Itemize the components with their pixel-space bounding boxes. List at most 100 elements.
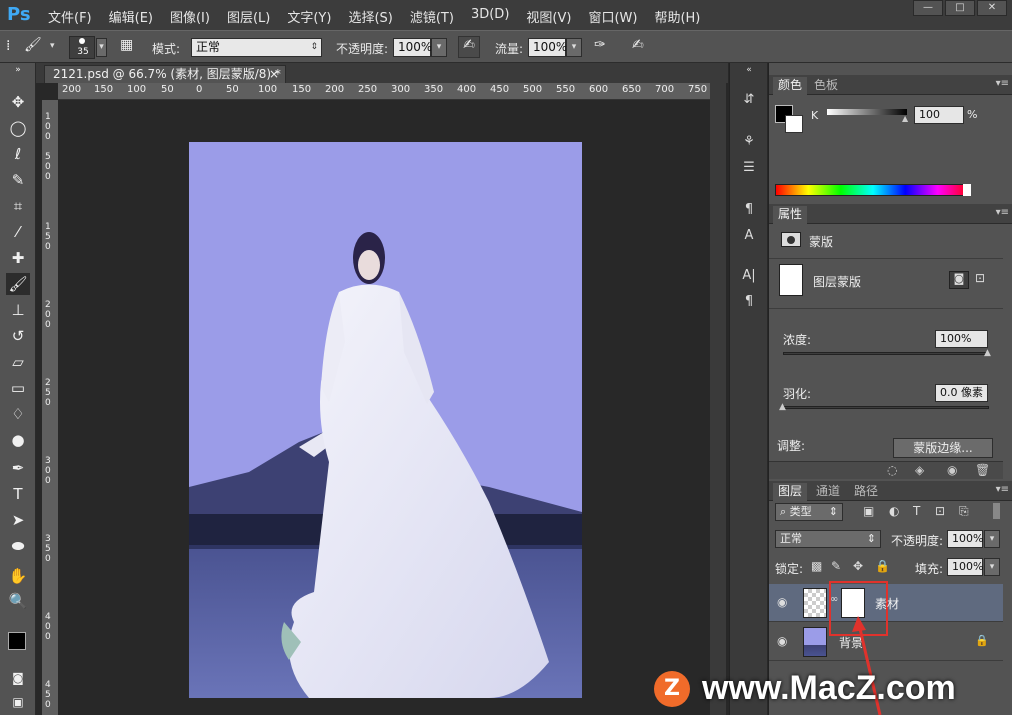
document-canvas-image[interactable]	[189, 142, 582, 698]
minimize-button[interactable]: —	[913, 0, 943, 16]
mask-edge-button[interactable]: 蒙版边缘...	[893, 438, 993, 458]
menu-file[interactable]: 文件(F)	[48, 7, 92, 26]
filter-type-icon[interactable]: T	[913, 504, 920, 518]
history-brush-icon[interactable]: ↺	[6, 325, 30, 347]
fill-arrow[interactable]: ▾	[984, 558, 1000, 576]
adjustments-panel-icon[interactable]: ☰	[736, 157, 762, 179]
zoom-tool-icon[interactable]: 🔍	[6, 590, 30, 612]
density-input[interactable]: 100%	[935, 330, 988, 348]
character-styles-icon[interactable]: A	[736, 225, 762, 247]
dock-collapse-icon[interactable]: «	[736, 65, 762, 75]
mode-select[interactable]: 正常 ⇕	[191, 38, 322, 57]
filter-smart-icon[interactable]: ⎘	[959, 504, 969, 519]
layer-opacity-input[interactable]: 100%	[947, 530, 983, 548]
brush-size-picker[interactable]: 35	[69, 36, 95, 59]
slider-thumb-icon[interactable]: ▲	[779, 402, 786, 412]
brush-presets-icon[interactable]: ⚘	[736, 131, 762, 153]
screen-mode-icon[interactable]: ▣	[6, 691, 30, 713]
menu-select[interactable]: 选择(S)	[348, 7, 392, 26]
pressure-opacity-icon[interactable]: ✍	[458, 36, 480, 58]
stamp-tool-icon[interactable]: ⊥	[6, 299, 30, 321]
fill-input[interactable]: 100%	[947, 558, 983, 576]
quick-select-icon[interactable]: ✎	[6, 169, 30, 191]
opacity-arrow[interactable]: ▾	[431, 38, 447, 57]
eye-icon[interactable]: ◉	[777, 595, 787, 609]
toolbox-collapse-icon[interactable]: »	[6, 65, 30, 75]
k-slider[interactable]	[827, 109, 907, 115]
close-tab-icon[interactable]: ×	[269, 66, 279, 82]
vector-mask-icon[interactable]: ⊡	[975, 271, 985, 285]
background-color-swatch[interactable]	[785, 115, 803, 133]
blur-tool-icon[interactable]: ♢	[6, 403, 30, 425]
pixel-mask-icon[interactable]: ◙	[949, 271, 969, 289]
tab-paths[interactable]: 路径	[849, 483, 883, 501]
filter-pixel-icon[interactable]: ▣	[863, 504, 874, 518]
menu-3d[interactable]: 3D(D)	[471, 7, 509, 26]
load-selection-icon[interactable]: ◌	[887, 463, 897, 477]
paragraph-panel-icon[interactable]: ¶	[736, 291, 762, 313]
document-tab[interactable]: 2121.psd @ 66.7% (素材, 图层蒙版/8) * ×	[44, 65, 286, 83]
lock-position-icon[interactable]: ✥	[853, 559, 863, 573]
ellipse-marquee-icon[interactable]: ◯	[6, 117, 30, 139]
quick-mask-icon[interactable]: ◙	[6, 667, 30, 689]
filter-toggle[interactable]	[993, 503, 1000, 519]
lock-pixels-icon[interactable]: ✎	[831, 559, 841, 573]
pen-tool-icon[interactable]: ✒	[6, 457, 30, 479]
path-select-icon[interactable]: ➤	[6, 509, 30, 531]
feather-input[interactable]: 0.0 像素	[935, 384, 988, 402]
menu-type[interactable]: 文字(Y)	[287, 7, 331, 26]
brush-picker-arrow[interactable]: ▾	[96, 38, 107, 57]
crop-tool-icon[interactable]: ⌗	[6, 195, 30, 217]
ellipse-shape-icon[interactable]: ⬬	[6, 535, 30, 557]
airbrush-icon[interactable]: ✑	[594, 37, 606, 53]
apply-mask-icon[interactable]: ◈	[915, 463, 924, 477]
gradient-tool-icon[interactable]: ▭	[6, 377, 30, 399]
blend-mode-select[interactable]: 正常 ⇕	[775, 530, 881, 548]
menu-layer[interactable]: 图层(L)	[227, 7, 270, 26]
flow-arrow[interactable]: ▾	[566, 38, 582, 57]
eyedropper-icon[interactable]: ⁄	[6, 221, 30, 243]
feather-slider[interactable]	[783, 406, 989, 409]
k-value-input[interactable]: 100	[914, 106, 964, 124]
brush-tool-preset-icon[interactable]: 🖌	[24, 37, 42, 53]
close-button[interactable]: ✕	[977, 0, 1007, 16]
tab-layers[interactable]: 图层	[773, 483, 808, 501]
brush-tool-icon[interactable]: 🖌	[6, 273, 30, 295]
paragraph-styles-icon[interactable]: ¶	[736, 199, 762, 221]
panel-menu-icon[interactable]: ▾≡	[996, 484, 1009, 495]
restore-button[interactable]: □	[945, 0, 975, 16]
lock-transparent-icon[interactable]: ▩	[811, 559, 822, 573]
history-panel-icon[interactable]: ⇵	[736, 89, 762, 111]
tab-properties[interactable]: 属性	[773, 206, 808, 224]
canvas-scrollbar[interactable]	[710, 83, 726, 715]
color-spectrum[interactable]	[775, 184, 971, 196]
trash-icon[interactable]: 🗑	[975, 463, 990, 477]
menu-image[interactable]: 图像(I)	[170, 7, 210, 26]
flow-input[interactable]: 100%	[528, 38, 567, 57]
filter-shape-icon[interactable]: ⊡	[935, 504, 945, 518]
foreground-color-swatch[interactable]	[8, 632, 26, 650]
opacity-input[interactable]: 100%	[393, 38, 432, 57]
tab-swatches[interactable]: 色板	[809, 77, 843, 95]
slider-thumb-icon[interactable]: ▲	[902, 114, 908, 123]
type-tool-icon[interactable]: T	[6, 483, 30, 505]
menu-window[interactable]: 窗口(W)	[588, 7, 637, 26]
lasso-tool-icon[interactable]: ℓ	[6, 143, 30, 165]
character-panel-icon[interactable]: A|	[736, 265, 762, 287]
slider-thumb-icon[interactable]: ▲	[984, 348, 991, 358]
tab-color[interactable]: 颜色	[773, 77, 808, 95]
eraser-tool-icon[interactable]: ▱	[6, 351, 30, 373]
layer-opacity-arrow[interactable]: ▾	[984, 530, 1000, 548]
panel-menu-icon[interactable]: ▾≡	[996, 78, 1009, 89]
tab-channels[interactable]: 通道	[811, 483, 845, 501]
menu-view[interactable]: 视图(V)	[526, 7, 571, 26]
filter-adjustment-icon[interactable]: ◐	[889, 504, 899, 518]
menu-edit[interactable]: 编辑(E)	[109, 7, 153, 26]
move-tool-icon[interactable]: ✥	[6, 91, 30, 113]
hand-tool-icon[interactable]: ✋	[6, 565, 30, 587]
lock-all-icon[interactable]: 🔒	[875, 559, 890, 573]
menu-filter[interactable]: 滤镜(T)	[410, 7, 454, 26]
healing-brush-icon[interactable]: ✚	[6, 247, 30, 269]
visibility-icon[interactable]: ◉	[947, 463, 957, 477]
white-swatch[interactable]	[963, 184, 971, 196]
